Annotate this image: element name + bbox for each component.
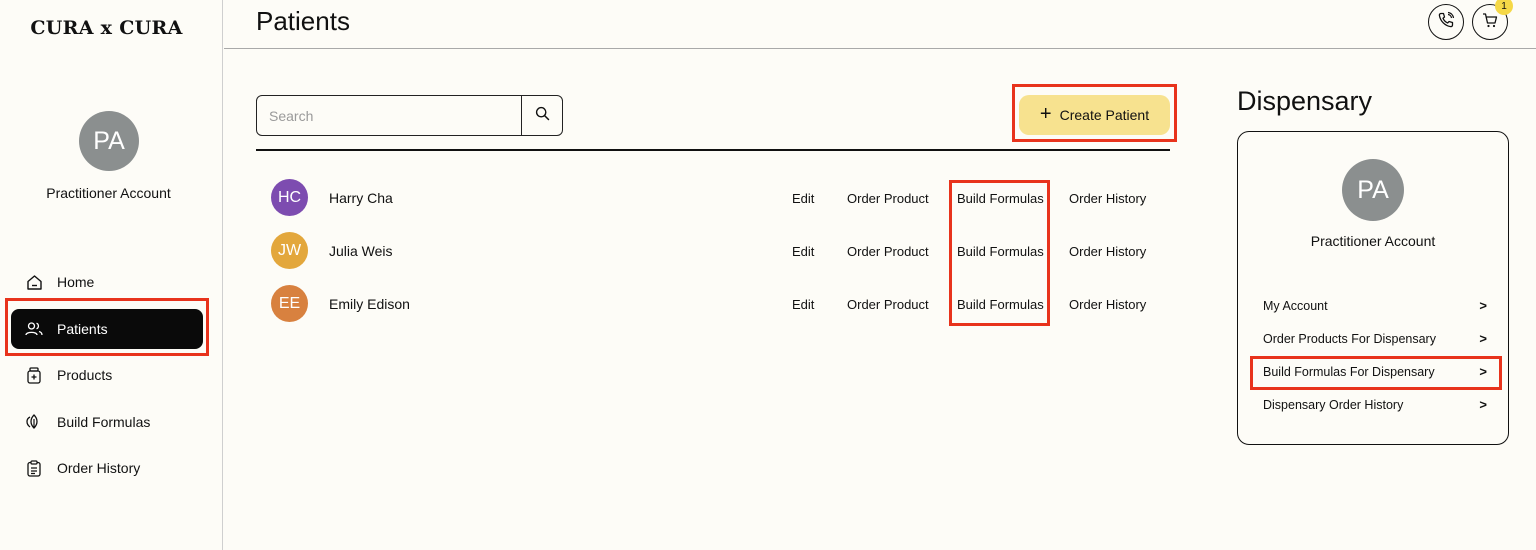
dispensary-order-products-link[interactable]: Order Products For Dispensary > [1263,331,1487,346]
dispensary-title: Dispensary [1237,86,1373,116]
home-icon [25,273,43,291]
search-icon [535,106,550,126]
account-name: Practitioner Account [46,185,171,201]
sidebar-item-build-formulas[interactable]: Build Formulas [11,402,203,442]
highlight-box [1012,84,1177,142]
search-input[interactable] [257,96,521,135]
leaf-icon [25,413,43,431]
cart-count-badge: 1 [1495,0,1513,15]
patient-name[interactable]: Harry Cha [329,190,393,206]
order-product-link[interactable]: Order Product [847,297,929,312]
avatar[interactable]: EE [271,285,308,322]
highlight-box [5,298,209,356]
edit-link[interactable]: Edit [792,244,814,259]
highlight-box [949,180,1050,326]
sidebar: CURA x CURA PA Practitioner Account Home… [0,0,223,550]
cart-icon [1481,11,1499,34]
avatar[interactable]: HC [271,179,308,216]
phone-button[interactable] [1428,4,1464,40]
dispensary-item-label: Order Products For Dispensary [1263,331,1436,346]
order-product-link[interactable]: Order Product [847,244,929,259]
search-button[interactable] [521,96,562,135]
divider [256,149,1170,151]
sidebar-item-label: Order History [57,460,141,476]
dispensary-item-label: My Account [1263,298,1328,313]
sidebar-item-products[interactable]: Products [11,355,203,395]
cart-button[interactable]: 1 [1472,0,1513,40]
dispensary-item-label: Dispensary Order History [1263,397,1404,412]
logo[interactable]: CURA x CURA [0,17,213,39]
header: Patients 1 [224,0,1536,49]
chevron-right-icon: > [1479,331,1487,346]
account-name: Practitioner Account [1310,233,1436,249]
order-history-link[interactable]: Order History [1069,244,1146,259]
sidebar-item-order-history[interactable]: Order History [11,448,203,488]
phone-icon [1437,11,1455,34]
sidebar-item-label: Build Formulas [57,413,151,430]
avatar[interactable]: PA [1342,159,1404,221]
avatar[interactable]: PA [79,111,139,171]
sidebar-item-home[interactable]: Home [11,262,203,302]
dispensary-card: PA Practitioner Account My Account > Ord… [1237,131,1509,445]
chevron-right-icon: > [1479,298,1487,313]
chevron-right-icon: > [1479,397,1487,412]
bottle-icon [25,366,43,384]
clipboard-icon [25,459,43,477]
dispensary-order-history-link[interactable]: Dispensary Order History > [1263,397,1487,412]
sidebar-nav: Home Patients Products Build Formulas Or… [11,262,203,495]
dispensary-my-account-link[interactable]: My Account > [1263,298,1487,313]
sidebar-item-label: Home [57,274,95,290]
order-history-link[interactable]: Order History [1069,191,1146,206]
edit-link[interactable]: Edit [792,297,814,312]
highlight-box [1250,356,1502,390]
order-history-link[interactable]: Order History [1069,297,1146,312]
search-box [256,95,563,136]
sidebar-item-label: Products [57,367,113,383]
page-title: Patients [256,6,350,36]
patient-name[interactable]: Julia Weis [329,243,393,259]
patient-name[interactable]: Emily Edison [329,296,410,312]
edit-link[interactable]: Edit [792,191,814,206]
order-product-link[interactable]: Order Product [847,191,929,206]
avatar[interactable]: JW [271,232,308,269]
